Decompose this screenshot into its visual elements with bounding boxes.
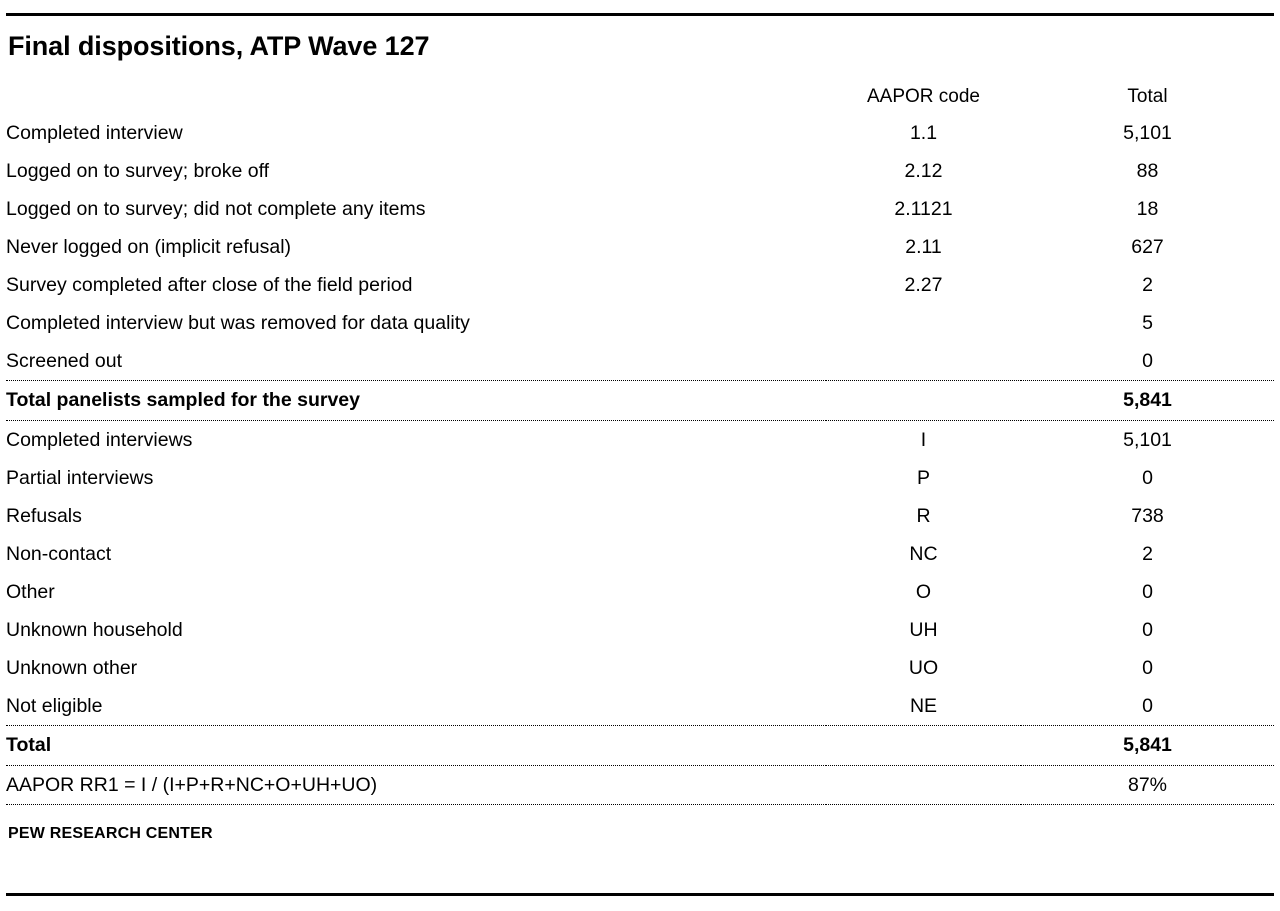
row-label: Unknown other [6,656,138,679]
row-label: Never logged on (implicit refusal) [6,235,292,258]
row-aapor-code: 2.12 [904,159,943,182]
total-row: Total 5,841 [6,724,1274,766]
row-label: Not eligible [6,694,103,717]
total-value: 5,841 [1021,724,1274,766]
row-total: 0 [1142,694,1153,717]
row-aapor-code: NC [909,542,938,565]
row-aapor-code: P [916,466,930,489]
row-label: Completed interview but was removed for … [6,311,470,334]
subtotal-total: 5,841 [1021,379,1274,421]
source-footer: PEW RESEARCH CENTER [8,824,213,842]
total-aapor-code [826,724,1021,766]
row-aapor-code: 2.1121 [894,197,953,220]
table-row: Unknown household UH 0 [6,611,1274,649]
table-row: Completed interview 1.1 5,101 [6,114,1274,152]
row-total: 5,101 [1123,428,1172,451]
row-aapor-code [826,342,1021,381]
table-row: Never logged on (implicit refusal) 2.11 … [6,228,1274,266]
row-aapor-code: 2.27 [904,273,943,296]
row-aapor-code: I [920,428,927,451]
table-row: Survey completed after close of the fiel… [6,266,1274,304]
table-row: Not eligible NE 0 [6,687,1274,726]
table-row: Partial interviews P 0 [6,459,1274,497]
disposition-figure: Final dispositions, ATP Wave 127 AAPOR c… [0,13,1280,911]
row-aapor-code: NE [909,694,938,717]
row-total: 0 [1142,349,1153,372]
response-rate-row: AAPOR RR1 = I / (I+P+R+NC+O+UH+UO) 87% [6,765,1274,805]
table-row: Other O 0 [6,573,1274,611]
row-total: 2 [1142,542,1153,565]
row-total: 0 [1142,466,1153,489]
response-rate-formula: AAPOR RR1 = I / (I+P+R+NC+O+UH+UO) [6,765,826,805]
row-label: Refusals [6,504,82,527]
table-row: Unknown other UO 0 [6,649,1274,687]
row-total: 18 [1136,197,1159,220]
row-aapor-code: UH [909,618,938,641]
row-aapor-code: R [916,504,931,527]
row-total: 88 [1136,159,1159,182]
row-label: Completed interview [6,121,183,144]
row-total: 2 [1142,273,1153,296]
row-label: Other [6,580,55,603]
subtotal-row: Total panelists sampled for the survey 5… [6,379,1274,421]
row-total: 5,101 [1123,121,1172,144]
total-label: Total [6,724,826,766]
table-row: Screened out 0 [6,342,1274,381]
row-aapor-code: 1.1 [909,121,938,144]
row-aapor-code: UO [908,656,939,679]
row-label: Completed interviews [6,428,193,451]
table-body: Completed interview 1.1 5,101 Logged on … [6,114,1274,805]
table-row: Completed interview but was removed for … [6,304,1274,342]
column-header-label [6,80,826,114]
top-rule [6,13,1274,16]
row-label: Non-contact [6,542,112,565]
table-row: Non-contact NC 2 [6,535,1274,573]
row-aapor-code: O [915,580,932,603]
table-row: Refusals R 738 [6,497,1274,535]
subtotal-aapor-code [826,379,1021,421]
table-row: Logged on to survey; broke off 2.12 88 [6,152,1274,190]
row-aapor-code [826,304,1021,342]
row-label: Unknown household [6,618,183,641]
table-head: AAPOR code Total [6,80,1274,114]
row-total: 0 [1142,580,1153,603]
column-header-total: Total [1127,85,1168,107]
row-label: Logged on to survey; broke off [6,159,270,182]
response-rate-value: 87% [1021,765,1274,805]
table-header-row: AAPOR code Total [6,80,1274,114]
page-title: Final dispositions, ATP Wave 127 [8,31,430,61]
table-row: Completed interviews I 5,101 [6,420,1274,459]
bottom-rule [6,893,1274,896]
row-total: 738 [1131,504,1164,527]
table-row: Logged on to survey; did not complete an… [6,190,1274,228]
row-label: Partial interviews [6,466,154,489]
row-label: Screened out [6,349,123,372]
response-rate-code [826,765,1021,805]
row-aapor-code: 2.11 [905,235,942,258]
row-label: Survey completed after close of the fiel… [6,273,413,296]
row-total: 627 [1131,235,1164,258]
column-header-aapor-code: AAPOR code [867,85,980,107]
row-total: 0 [1142,656,1153,679]
row-total: 5 [1142,311,1153,334]
row-total: 0 [1142,618,1153,641]
row-label: Logged on to survey; did not complete an… [6,197,426,220]
subtotal-label: Total panelists sampled for the survey [6,379,826,421]
dispositions-table: AAPOR code Total Completed interview 1.1… [6,80,1274,805]
